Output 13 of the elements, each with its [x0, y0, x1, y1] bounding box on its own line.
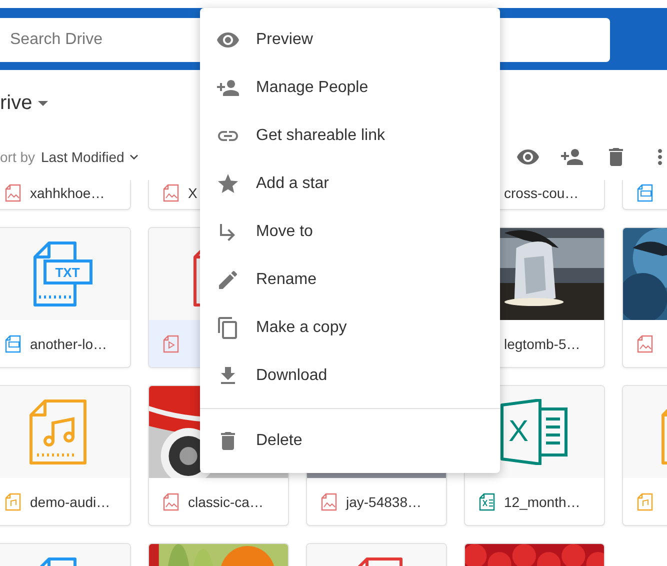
sort-label: ort by	[0, 149, 36, 165]
file-name: X	[188, 184, 198, 200]
drive-title: rive	[0, 92, 32, 114]
file-name: legtomb-5…	[504, 336, 580, 352]
file-name: 12_month…	[504, 494, 580, 510]
file-name: xahhkhoe…	[30, 184, 105, 200]
file-name: classic-ca…	[188, 494, 264, 510]
file-name: jay-54838…	[346, 494, 422, 510]
file-name: cross-cou…	[504, 184, 579, 200]
file-name: demo-audi…	[30, 494, 110, 510]
file-type-label: X	[508, 417, 529, 447]
file-type-label: TXT	[54, 266, 81, 279]
file-name: another-lo…	[30, 336, 108, 352]
